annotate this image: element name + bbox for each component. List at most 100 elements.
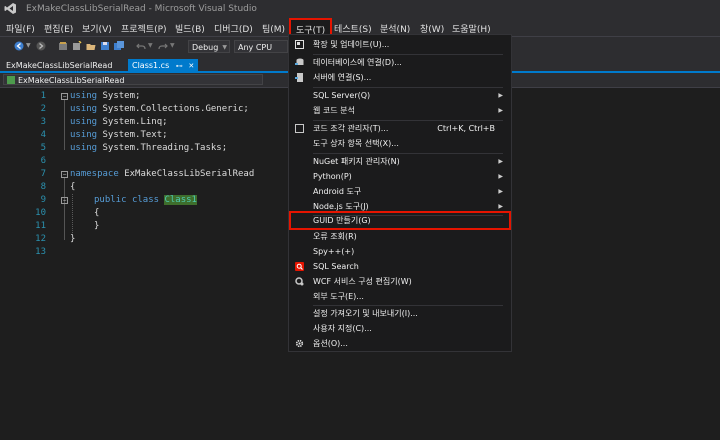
menu-project[interactable]: 프로젝트(P) xyxy=(121,22,167,35)
menu-file[interactable]: 파일(F) xyxy=(6,22,35,35)
save-all-icon[interactable] xyxy=(114,41,124,51)
menu-item-create-guid[interactable]: GUID 만들기(G) xyxy=(289,211,511,230)
forward-icon[interactable] xyxy=(36,41,46,51)
code-line: using System.Collections.Generic; xyxy=(70,103,249,116)
collapse-icon[interactable]: − xyxy=(61,197,68,204)
menu-item-label: 설정 가져오기 및 내보내기(I)... xyxy=(313,309,418,318)
csharp-project-icon xyxy=(7,76,15,84)
menu-item-code-snippets-manager[interactable]: 코드 조각 관리자(T)... Ctrl+K, Ctrl+B xyxy=(289,121,509,136)
menu-item-customize[interactable]: 사용자 지정(C)... xyxy=(289,321,509,336)
redo-dropdown-icon[interactable]: ▼ xyxy=(170,42,175,49)
line-number: 1 xyxy=(40,91,46,101)
platform-value: Any CPU xyxy=(238,43,273,52)
line-number: 5 xyxy=(40,143,46,153)
visual-studio-logo-icon xyxy=(4,3,16,14)
back-icon[interactable] xyxy=(14,41,24,51)
code-line: public class Class1 xyxy=(94,194,197,207)
menu-build[interactable]: 빌드(B) xyxy=(175,22,205,35)
menu-item-web-code-analysis[interactable]: 웹 코드 분석 ▶ xyxy=(289,103,509,118)
menu-item-label: 사용자 지정(C)... xyxy=(313,324,372,333)
project-name: ExMakeClassLibSerialRead xyxy=(18,76,125,85)
menu-item-connect-database[interactable]: 데이터베이스에 연결(D)... xyxy=(289,55,509,70)
code-text: System.Text; xyxy=(97,130,168,140)
redo-icon[interactable] xyxy=(158,41,168,51)
close-icon[interactable]: ✕ xyxy=(188,62,194,70)
project-navigation-select[interactable]: ExMakeClassLibSerialRead xyxy=(3,74,263,85)
tab-label: Class1.cs xyxy=(132,61,170,70)
pin-icon[interactable]: ⊷ xyxy=(176,62,183,70)
collapse-icon[interactable]: − xyxy=(61,171,68,178)
menu-item-options[interactable]: 옵션(O)... xyxy=(289,336,509,351)
menu-item-label: 코드 조각 관리자(T)... xyxy=(313,124,389,133)
chevron-down-icon: ▼ xyxy=(222,44,227,51)
submenu-arrow-icon: ▶ xyxy=(498,107,503,114)
code-text: ExMakeClassLibSerialRead xyxy=(118,169,255,179)
submenu-arrow-icon: ▶ xyxy=(498,92,503,99)
line-number: 12 xyxy=(35,234,46,244)
tools-menu-dropdown: 확장 및 업데이트(U)... 데이터베이스에 연결(D)... 서버에 연결(… xyxy=(288,34,512,352)
menu-item-label: 데이터베이스에 연결(D)... xyxy=(313,58,402,67)
menu-item-sql-server[interactable]: SQL Server(Q) ▶ xyxy=(289,88,509,103)
keyword: using xyxy=(70,117,98,127)
menu-item-label: WCF 서비스 구성 편집기(W) xyxy=(313,277,412,286)
tab-label: ExMakeClassLibSerialRead xyxy=(6,61,113,70)
menu-item-python[interactable]: Python(P) ▶ xyxy=(289,169,509,184)
code-line: using System.Threading.Tasks; xyxy=(70,142,227,155)
back-dropdown-icon[interactable]: ▼ xyxy=(26,42,31,49)
keyword: class xyxy=(131,195,160,205)
keyword: using xyxy=(70,143,98,153)
code-line: using System.Text; xyxy=(70,129,168,142)
class-name-highlight: Class1 xyxy=(164,195,197,205)
line-number: 11 xyxy=(35,221,46,231)
menu-tools[interactable]: 도구(T) xyxy=(289,18,333,36)
keyword: namespace xyxy=(70,169,119,179)
database-connect-icon xyxy=(295,58,304,65)
menu-item-wcf-config-editor[interactable]: WCF 서비스 구성 편집기(W) xyxy=(289,274,509,289)
menu-item-label: NuGet 패키지 관리자(N) xyxy=(313,157,400,166)
solution-icon[interactable] xyxy=(58,41,68,51)
menu-item-label: Python(P) xyxy=(313,172,352,181)
menu-item-external-tools[interactable]: 외부 도구(E)... xyxy=(289,289,509,304)
menu-item-label: 서버에 연결(S)... xyxy=(313,73,372,82)
open-icon[interactable] xyxy=(86,41,96,51)
menu-item-label: SQL Search xyxy=(313,262,359,271)
menu-item-label: 도구 상자 항목 선택(X)... xyxy=(313,139,399,148)
menu-view[interactable]: 보기(V) xyxy=(82,22,112,35)
code-line: namespace ExMakeClassLibSerialRead xyxy=(70,168,254,181)
undo-icon[interactable] xyxy=(136,41,146,51)
menu-item-android-tools[interactable]: Android 도구 ▶ xyxy=(289,184,509,199)
gear-icon xyxy=(295,339,304,348)
configuration-select[interactable]: Debug ▼ xyxy=(188,40,230,53)
code-line: } xyxy=(70,234,76,244)
line-number: 4 xyxy=(40,130,46,140)
collapse-icon[interactable]: − xyxy=(61,93,68,100)
menu-item-label: GUID 만들기(G) xyxy=(313,216,371,225)
menu-edit[interactable]: 편집(E) xyxy=(44,22,73,35)
menu-item-shortcut: Ctrl+K, Ctrl+B xyxy=(437,124,495,133)
menu-team[interactable]: 팀(M) xyxy=(262,22,285,35)
menu-item-choose-toolbox-items[interactable]: 도구 상자 항목 선택(X)... xyxy=(289,136,509,151)
line-number: 9 xyxy=(40,195,46,205)
menu-item-label: 외부 도구(E)... xyxy=(313,292,364,301)
menu-item-label: 웹 코드 분석 xyxy=(313,106,355,115)
code-text: System.Collections.Generic; xyxy=(97,104,249,114)
menu-item-label: Android 도구 xyxy=(313,187,362,196)
menu-item-spy-plus-plus[interactable]: Spy++(+) xyxy=(289,244,509,259)
save-icon[interactable] xyxy=(100,41,110,51)
menu-item-extensions[interactable]: 확장 및 업데이트(U)... xyxy=(289,37,509,52)
line-number: 6 xyxy=(40,156,46,166)
platform-select[interactable]: Any CPU xyxy=(234,40,288,53)
code-text: System.Linq; xyxy=(97,117,168,127)
fold-guide xyxy=(64,178,65,240)
new-project-icon[interactable] xyxy=(72,41,82,51)
menu-item-connect-server[interactable]: 서버에 연결(S)... xyxy=(289,70,509,85)
menu-debug[interactable]: 디버그(D) xyxy=(214,22,253,35)
menu-item-import-export-settings[interactable]: 설정 가져오기 및 내보내기(I)... xyxy=(289,306,509,321)
code-line: using System; xyxy=(70,90,140,103)
keyword: using xyxy=(70,130,98,140)
submenu-arrow-icon: ▶ xyxy=(498,158,503,165)
menu-item-sql-search[interactable]: SQL Search xyxy=(289,259,509,274)
menu-item-nuget[interactable]: NuGet 패키지 관리자(N) ▶ xyxy=(289,154,509,169)
menu-item-error-lookup[interactable]: 오류 조회(R) xyxy=(289,229,509,244)
undo-dropdown-icon[interactable]: ▼ xyxy=(148,42,153,49)
